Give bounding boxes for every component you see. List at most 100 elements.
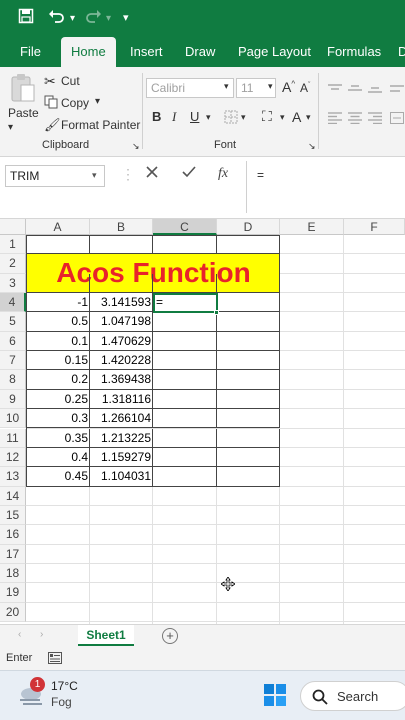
wrap-text-icon[interactable] bbox=[390, 81, 404, 99]
fill-color-dropdown-icon[interactable]: ▾ bbox=[280, 112, 285, 123]
row-header[interactable]: 10 bbox=[0, 409, 26, 429]
formula-input[interactable]: = bbox=[257, 168, 264, 182]
name-box-dropdown-icon[interactable]: ▾ bbox=[92, 170, 97, 181]
cell-b7[interactable]: 1.420228 bbox=[90, 351, 153, 370]
row-header[interactable]: 12 bbox=[0, 447, 26, 468]
row-header[interactable]: 2 bbox=[0, 254, 26, 274]
cut-button[interactable]: Cut bbox=[61, 74, 80, 88]
column-header-c[interactable]: C bbox=[153, 219, 217, 235]
fill-handle[interactable] bbox=[214, 310, 219, 315]
cell-a4[interactable]: -1 bbox=[26, 293, 90, 312]
cell-b12[interactable]: 1.159279 bbox=[90, 448, 153, 467]
cell-c12[interactable] bbox=[153, 448, 217, 467]
font-launcher-icon[interactable]: ↘ bbox=[308, 141, 316, 152]
row-header[interactable]: 19 bbox=[0, 583, 26, 603]
tab-page-layout[interactable]: Page Layout bbox=[238, 37, 311, 67]
row-header[interactable]: 17 bbox=[0, 544, 26, 564]
undo-dropdown-icon[interactable]: ▾ bbox=[70, 13, 75, 24]
redo-icon[interactable] bbox=[84, 8, 102, 29]
tab-formulas[interactable]: Formulas bbox=[327, 37, 381, 67]
row-header[interactable]: 15 bbox=[0, 505, 26, 526]
column-header-a[interactable]: A bbox=[26, 219, 90, 235]
cell-b6[interactable]: 1.470629 bbox=[90, 332, 153, 351]
grow-font-icon[interactable]: A^ bbox=[282, 79, 295, 95]
italic-icon[interactable]: I bbox=[172, 109, 176, 125]
row-header[interactable]: 6 bbox=[0, 331, 26, 352]
font-size-dropdown-icon[interactable]: ▾ bbox=[268, 81, 273, 92]
scroll-right-icon[interactable]: › bbox=[40, 629, 43, 640]
cell-c7[interactable] bbox=[153, 351, 217, 370]
cell-c13[interactable] bbox=[153, 467, 217, 486]
align-right-icon[interactable] bbox=[368, 111, 382, 129]
fill-color-icon[interactable]: ⛶ bbox=[262, 108, 272, 125]
sheet-tab-sheet1[interactable]: Sheet1 bbox=[78, 625, 134, 647]
bold-icon[interactable]: B bbox=[152, 109, 161, 124]
clipboard-launcher-icon[interactable]: ↘ bbox=[132, 141, 140, 152]
cell-a5[interactable]: 0.5 bbox=[26, 312, 90, 331]
cell-b11[interactable]: 1.213225 bbox=[90, 429, 153, 448]
cell-c6[interactable] bbox=[153, 332, 217, 351]
cell-a7[interactable]: 0.15 bbox=[26, 351, 90, 370]
cell-c9[interactable] bbox=[153, 390, 217, 409]
worksheet-grid[interactable]: A B C D E F 1 2 3 4 5 6 7 8 9 10 11 12 13 14 15 16 17 18 1… bbox=[0, 219, 405, 624]
row-header[interactable]: 20 bbox=[0, 602, 26, 622]
tab-data[interactable]: D bbox=[398, 37, 405, 67]
font-color-dropdown-icon[interactable]: ▾ bbox=[306, 112, 311, 123]
cell-a10[interactable]: 0.3 bbox=[26, 409, 90, 428]
underline-icon[interactable]: U bbox=[190, 109, 199, 124]
copy-button[interactable]: Copy bbox=[61, 96, 89, 110]
cell-a6[interactable]: 0.1 bbox=[26, 332, 90, 351]
tab-file[interactable]: File bbox=[20, 37, 41, 67]
paste-button[interactable]: Paste bbox=[8, 106, 39, 120]
cell-a8[interactable]: 0.2 bbox=[26, 370, 90, 389]
column-header-b[interactable]: B bbox=[90, 219, 153, 235]
accessibility-icon[interactable] bbox=[48, 651, 62, 669]
paste-dropdown-icon[interactable]: ▾ bbox=[8, 122, 13, 133]
top-align-icon[interactable] bbox=[328, 81, 342, 99]
cell-a12[interactable]: 0.4 bbox=[26, 448, 90, 467]
row-header[interactable]: 3 bbox=[0, 273, 26, 294]
new-sheet-button[interactable]: + bbox=[162, 628, 178, 644]
row-header[interactable]: 13 bbox=[0, 467, 26, 487]
column-header-e[interactable]: E bbox=[280, 219, 344, 235]
merge-icon[interactable] bbox=[390, 111, 404, 129]
windows-start-icon[interactable] bbox=[264, 684, 286, 711]
row-header[interactable]: 11 bbox=[0, 428, 26, 448]
cancel-icon[interactable] bbox=[145, 165, 159, 184]
active-cell[interactable] bbox=[153, 293, 218, 313]
insert-function-icon[interactable]: fx bbox=[218, 166, 228, 182]
column-header-d[interactable]: D bbox=[217, 219, 280, 235]
font-name-box[interactable]: Calibri bbox=[146, 78, 234, 98]
taskbar-search[interactable]: Search bbox=[300, 681, 405, 711]
cell-b8[interactable]: 1.369438 bbox=[90, 370, 153, 389]
tab-insert[interactable]: Insert bbox=[130, 37, 163, 67]
row-header[interactable]: 5 bbox=[0, 312, 26, 332]
underline-dropdown-icon[interactable]: ▾ bbox=[206, 112, 211, 123]
cell-c8[interactable] bbox=[153, 370, 217, 389]
font-color-icon[interactable]: A bbox=[292, 109, 301, 125]
tab-home[interactable]: Home bbox=[61, 37, 116, 67]
align-left-icon[interactable] bbox=[328, 111, 342, 129]
row-header[interactable]: 9 bbox=[0, 389, 26, 410]
cell-b4[interactable]: 3.141593 bbox=[90, 293, 153, 312]
tab-draw[interactable]: Draw bbox=[185, 37, 215, 67]
cell-c10[interactable] bbox=[153, 409, 217, 428]
row-header[interactable]: 14 bbox=[0, 486, 26, 506]
align-center-icon[interactable] bbox=[348, 111, 362, 129]
font-name-dropdown-icon[interactable]: ▾ bbox=[224, 81, 229, 92]
scroll-left-icon[interactable]: ‹ bbox=[18, 629, 21, 640]
cell-a9[interactable]: 0.25 bbox=[26, 390, 90, 409]
enter-check-icon[interactable] bbox=[181, 165, 197, 184]
cell-b10[interactable]: 1.266104 bbox=[90, 409, 153, 428]
undo-icon[interactable] bbox=[48, 8, 66, 29]
copy-dropdown-icon[interactable]: ▾ bbox=[95, 96, 100, 107]
shrink-font-icon[interactable]: Aˇ bbox=[300, 81, 310, 95]
save-icon[interactable] bbox=[18, 8, 34, 29]
row-header[interactable]: 16 bbox=[0, 525, 26, 545]
row-header[interactable]: 18 bbox=[0, 563, 26, 584]
paste-icon[interactable] bbox=[10, 73, 36, 108]
cell-a13[interactable]: 0.45 bbox=[26, 467, 90, 486]
cell-b13[interactable]: 1.104031 bbox=[90, 467, 153, 486]
borders-dropdown-icon[interactable]: ▾ bbox=[241, 112, 246, 123]
cell-a11[interactable]: 0.35 bbox=[26, 429, 90, 448]
